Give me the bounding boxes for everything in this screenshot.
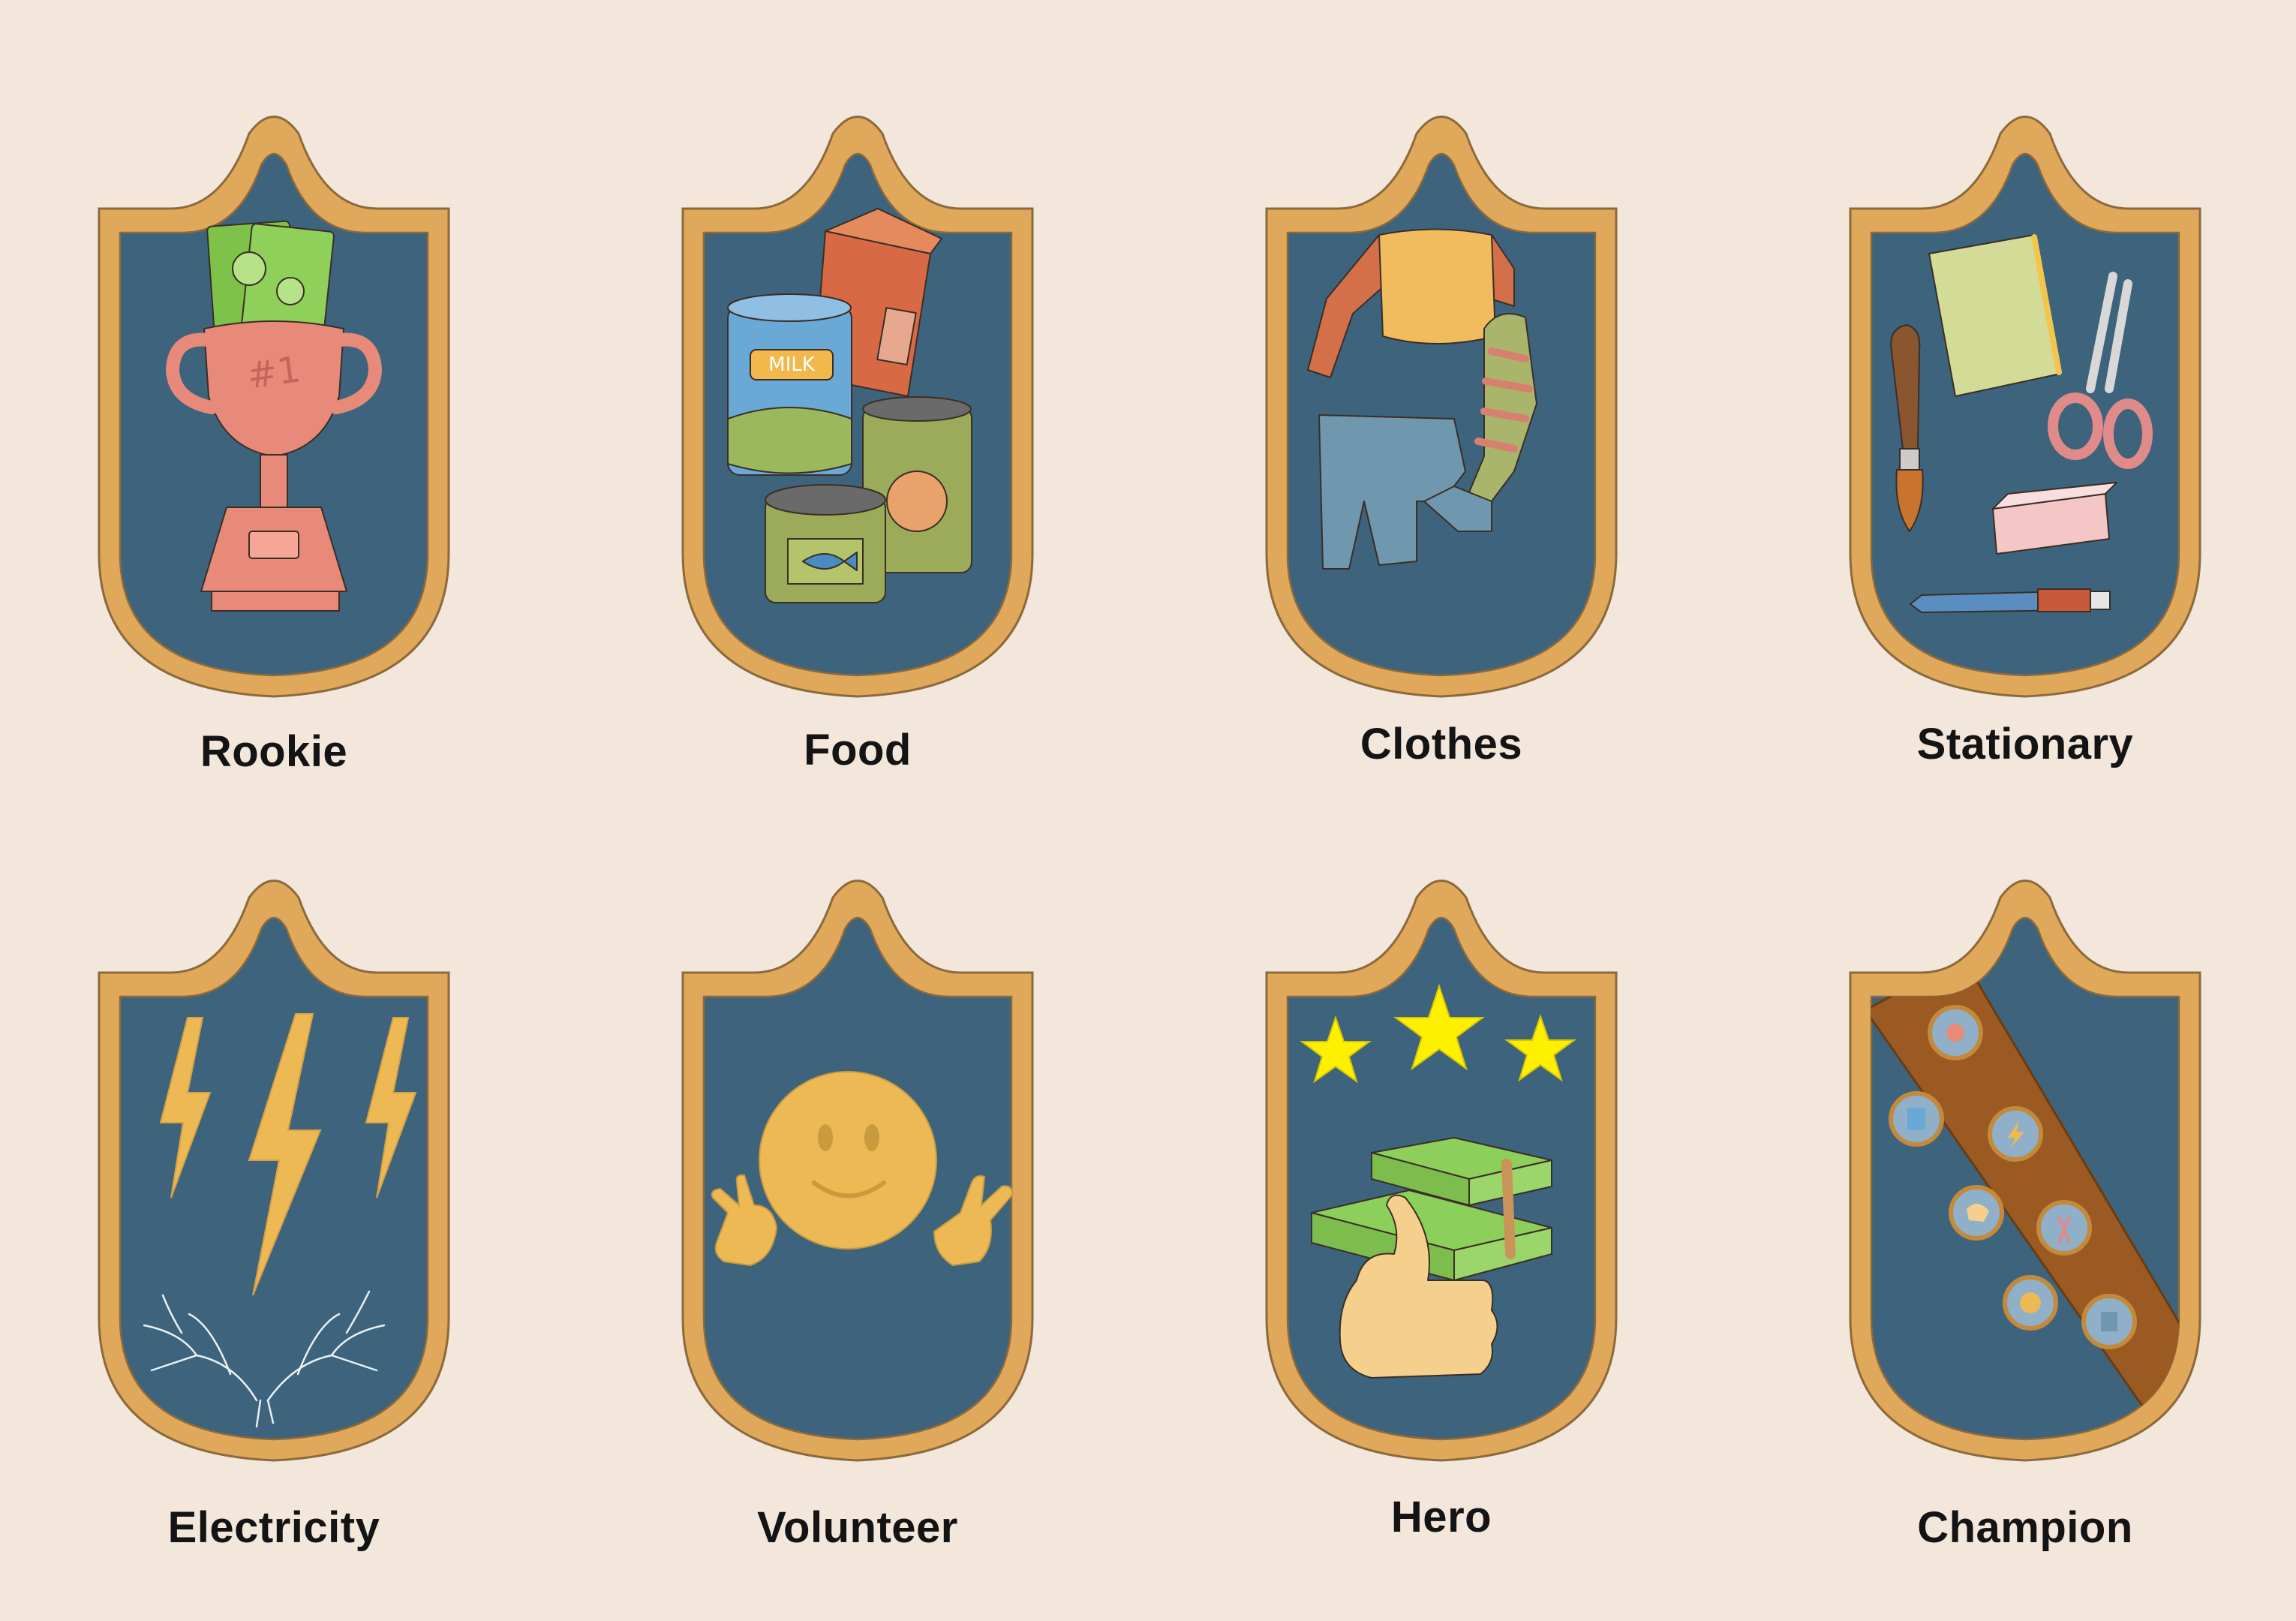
stationery-icon bbox=[1890, 234, 2153, 613]
badge-label: Food bbox=[804, 726, 912, 774]
badge-label: Champion bbox=[1917, 1503, 2133, 1552]
badge-label: Stationary bbox=[1916, 720, 2134, 768]
badge-label: Volunteer bbox=[757, 1503, 958, 1552]
badge-label: Rookie bbox=[200, 727, 348, 776]
badge-rookie: #1 Rookie bbox=[98, 111, 450, 776]
badge-stationary: Stationary bbox=[1849, 111, 2201, 768]
badge-electricity: Electricity bbox=[98, 875, 450, 1552]
trophy-number-text: #1 bbox=[245, 348, 303, 397]
badge-hero: Hero bbox=[1265, 875, 1618, 1541]
stars-cash-thumbs-up-icon bbox=[1299, 983, 1577, 1379]
badge-label: Hero bbox=[1390, 1493, 1492, 1541]
badge-label: Electricity bbox=[167, 1503, 380, 1552]
badge-food: MILK Food bbox=[681, 111, 1034, 774]
badge-gallery: #1 Rookie MILK Food Clothes Stationary E… bbox=[0, 0, 2296, 1621]
badge-sash-icon bbox=[1871, 955, 2179, 1439]
smiley-peace-icon bbox=[711, 1071, 1014, 1267]
food-cans-icon: MILK bbox=[727, 208, 972, 603]
badge-clothes: Clothes bbox=[1265, 111, 1618, 768]
milk-can-label-text: MILK bbox=[768, 353, 816, 376]
badge-label: Clothes bbox=[1360, 720, 1523, 768]
badge-champion: Champion bbox=[1849, 875, 2201, 1552]
badge-volunteer: Volunteer bbox=[681, 875, 1034, 1552]
trophy-with-cash-icon: #1 bbox=[166, 220, 382, 612]
lightning-bolts-icon bbox=[143, 1013, 417, 1428]
clothes-icon bbox=[1307, 228, 1537, 570]
